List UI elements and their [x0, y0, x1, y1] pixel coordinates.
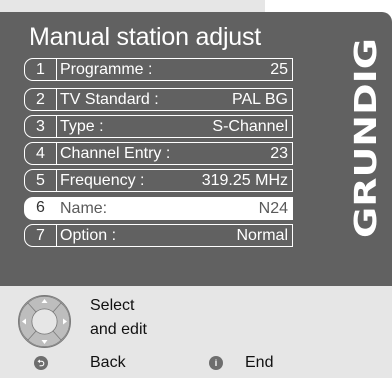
row-number: 3: [24, 115, 57, 138]
menu-row-tv-standard[interactable]: 2 TV Standard : PAL BG: [24, 88, 293, 111]
row-field: Programme : 25: [56, 58, 293, 81]
row-number: 4: [24, 142, 57, 165]
row-value: Normal: [236, 227, 288, 244]
row-field: Type : S-Channel: [56, 115, 293, 138]
menu-row-frequency[interactable]: 5 Frequency : 319.25 MHz: [24, 169, 293, 192]
row-number: 7: [24, 224, 57, 247]
menu-row-programme[interactable]: 1 Programme : 25: [24, 58, 293, 81]
help-back-label: Back: [90, 354, 126, 371]
help-end-label: End: [245, 354, 274, 371]
row-value: S-Channel: [212, 118, 288, 135]
row-value: N24: [258, 200, 288, 217]
row-field: Name: N24: [56, 197, 293, 220]
row-value: PAL BG: [231, 91, 288, 108]
menu-row-name-selected[interactable]: 6 Name: N24: [24, 197, 293, 220]
menu-row-type[interactable]: 3 Type : S-Channel: [24, 115, 293, 138]
row-field: Channel Entry : 23: [56, 142, 293, 165]
row-value: 25: [270, 61, 288, 78]
row-field: Option : Normal: [56, 224, 293, 247]
top-strip: [0, 0, 265, 12]
row-label: TV Standard :: [60, 91, 159, 108]
row-label: Option :: [60, 227, 117, 244]
row-number: 1: [24, 58, 57, 81]
info-button-icon: i: [209, 356, 223, 370]
back-button-icon: ⮌: [34, 356, 48, 370]
row-field: Frequency : 319.25 MHz: [56, 169, 293, 192]
row-value: 23: [270, 145, 288, 162]
row-label: Type :: [60, 118, 104, 135]
row-label: Programme :: [60, 61, 153, 78]
row-number: 5: [24, 169, 57, 192]
menu-title: Manual station adjust: [29, 23, 262, 51]
menu-row-channel-entry[interactable]: 4 Channel Entry : 23: [24, 142, 293, 165]
grundig-logo: GRUNDIG: [349, 38, 383, 238]
navigation-pad-icon: [18, 295, 71, 348]
brand-text: GRUNDIG: [349, 38, 383, 238]
menu-row-option[interactable]: 7 Option : Normal: [24, 224, 293, 247]
row-value: 319.25 MHz: [201, 172, 288, 189]
row-number: 2: [24, 88, 57, 111]
row-label: Frequency :: [60, 172, 145, 189]
help-edit-label: and edit: [90, 321, 147, 338]
row-number: 6: [36, 199, 45, 216]
row-label: Channel Entry :: [60, 145, 171, 162]
row-field: TV Standard : PAL BG: [56, 88, 293, 111]
row-label: Name:: [60, 200, 108, 217]
help-select-label: Select: [90, 297, 135, 314]
